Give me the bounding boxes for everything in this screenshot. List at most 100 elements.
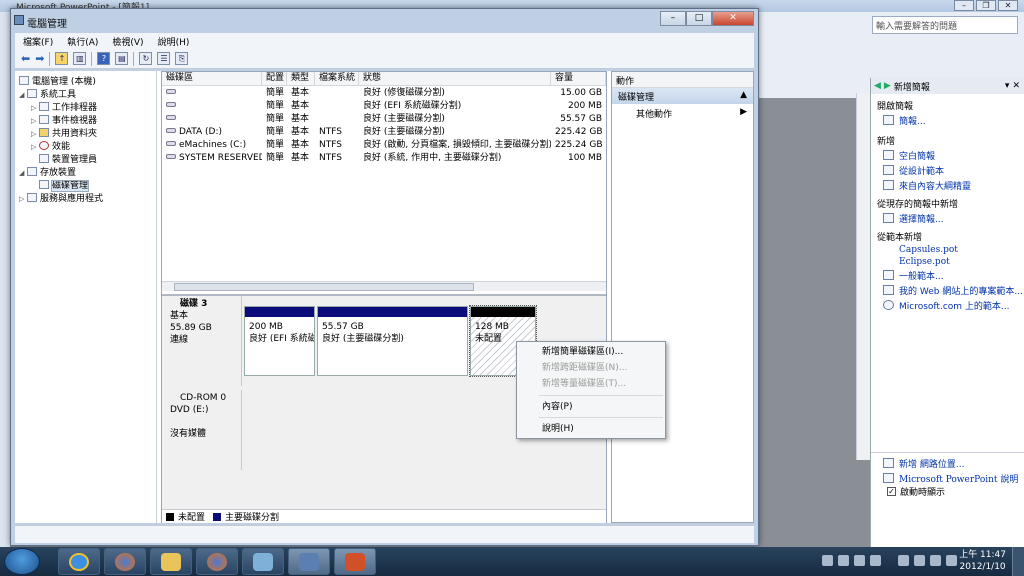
tree-item-services-applications[interactable]: ▷ 服務與應用程式 [19,191,103,204]
actions-section-disk-management[interactable]: 磁碟管理 ▲ [612,88,753,104]
tree-item-device-manager[interactable]: 裝置管理員 [31,152,97,165]
up-folder-icon[interactable]: ↑ [55,52,69,65]
column-status[interactable]: 狀態 [359,72,551,86]
more-actions-item[interactable]: 其他動作 ▶ [612,104,753,123]
properties-icon[interactable]: ☰ [157,52,171,65]
column-layout[interactable]: 配置 [262,72,287,86]
tree-item-task-scheduler[interactable]: ▷ 工作排程器 [31,100,97,113]
skype-icon[interactable] [854,555,865,566]
properties-item[interactable]: 內容(P) [517,400,665,414]
menu-help[interactable]: 說明(H) [158,35,190,48]
show-hidden-icons-icon[interactable] [822,555,833,566]
volume-icon[interactable] [930,555,941,566]
scrollbar-thumb[interactable] [174,283,474,291]
close-icon[interactable]: ✕ [998,0,1018,11]
refresh-icon[interactable]: ↻ [139,52,153,65]
taskbar-firefox[interactable] [104,548,146,575]
web-site-templates-link[interactable]: 我的 Web 網站上的專案範本... [871,283,1024,298]
taskbar-explorer[interactable] [150,548,192,575]
taskbar-internet-explorer[interactable] [58,548,100,575]
choose-presentation-link[interactable]: 選擇簡報... [871,211,1024,226]
collapse-icon[interactable]: ◢ [19,169,27,177]
tree-item-event-viewer[interactable]: ▷ 事件檢視器 [31,113,97,126]
show-on-startup-checkbox[interactable]: ✓ [887,487,896,496]
volume-row[interactable]: 簡單 基本 良好 (主要磁碟分割) 55.57 GB [162,113,606,126]
open-presentation-link[interactable]: 簡報... [871,113,1024,128]
column-volume[interactable]: 磁碟區 [162,72,262,86]
battery-icon[interactable] [946,555,957,566]
taskbar-computer-management[interactable] [288,548,330,575]
restore-icon[interactable]: ❐ [976,0,996,11]
forward-icon[interactable]: ▶ [884,81,891,91]
add-network-place-link[interactable]: 新增 網路位置... [871,456,970,471]
volume-row[interactable]: SYSTEM RESERVED 簡單 基本 NTFS 良好 (系統, 作用中, 主要磁碟… [162,152,606,165]
capsules-template-link[interactable]: Capsules.pot [871,244,1024,256]
show-desktop-button[interactable] [1012,547,1024,576]
taskpane-scrollbar[interactable] [856,93,870,460]
blank-presentation-link[interactable]: 空白簡報 [871,148,1024,163]
help-tray-icon[interactable] [838,555,849,566]
cdrom-info[interactable]: CD-ROM 0 DVD (E:) 沒有媒體 [164,390,242,470]
minimize-button[interactable]: – [660,11,686,26]
close-button[interactable]: ✕ [712,11,754,26]
eclipse-template-link[interactable]: Eclipse.pot [871,256,1024,268]
taskbar-firefox-2[interactable] [196,548,238,575]
minimize-icon[interactable]: – [954,0,974,11]
menu-action[interactable]: 執行(A) [67,35,98,48]
menu-file[interactable]: 檔案(F) [23,35,53,48]
show-action-pane-icon[interactable]: ▤ [115,52,129,65]
update-icon[interactable] [870,555,881,566]
window-titlebar[interactable]: 電腦管理 – □ ✕ [11,9,758,33]
column-type[interactable]: 類型 [287,72,315,86]
tree-item-storage[interactable]: ◢ 存放裝置 [19,165,76,178]
tree-item-computer-management[interactable]: 電腦管理 (本機) [19,74,96,87]
tree-item-system-tools[interactable]: ◢ 系統工具 [19,87,76,100]
microsoft-com-templates-link[interactable]: Microsoft.com 上的範本... [871,298,1024,313]
collapse-icon[interactable]: ◢ [19,91,27,99]
volume-row[interactable]: DATA (D:) 簡單 基本 NTFS 良好 (主要磁碟分割) 225.42 GB [162,126,606,139]
collapse-arrow-icon[interactable]: ▲ [740,90,747,102]
partition-efi[interactable]: 200 MB 良好 (EFI 系統磁 [244,306,315,376]
autocontent-wizard-link[interactable]: 來自內容大綱精靈 [871,178,1024,193]
tree-item-shared-folders[interactable]: ▷ 共用資料夾 [31,126,97,139]
export-icon[interactable]: ⎘ [175,52,189,65]
help-icon[interactable]: ? [97,52,111,65]
powerpoint-help-link[interactable]: Microsoft PowerPoint 說明 [871,471,1024,486]
taskbar-powerpoint[interactable] [334,548,376,575]
expand-icon[interactable]: ▷ [31,117,39,125]
volume-row[interactable]: 簡單 基本 良好 (EFI 系統磁碟分割) 200 MB [162,100,606,113]
column-capacity[interactable]: 容量 [551,72,606,86]
help-question-input[interactable]: 輸入需要解答的問題 [872,16,1018,34]
back-icon[interactable]: ◀ [874,81,881,91]
dropdown-icon[interactable]: ▾ [1005,81,1010,91]
tree-item-disk-management[interactable]: 磁碟管理 [31,178,90,192]
taskbar-control-panel[interactable] [242,548,284,575]
expand-icon[interactable]: ▷ [31,130,39,138]
taskpane-close-icon[interactable]: ✕ [1012,81,1020,91]
from-design-template-link[interactable]: 從設計範本 [871,163,1024,178]
forward-arrow-icon[interactable]: ➡ [35,52,44,65]
expand-icon[interactable]: ▷ [31,143,39,151]
column-filesystem[interactable]: 檔案系統 [315,72,359,86]
clock[interactable]: 上午 11:47 2012/1/10 [959,549,1006,573]
disk3-info[interactable]: 磁碟 3 基本 55.89 GB 連線 [164,296,242,386]
new-simple-volume-item[interactable]: 新增簡單磁碟區(I)... [517,345,665,359]
help-item[interactable]: 說明(H) [517,422,665,436]
new-spanned-volume-item[interactable]: 新增跨距磁碟區(N)... [517,361,665,375]
expand-icon[interactable]: ▷ [31,104,39,112]
show-hide-tree-icon[interactable]: ▥ [73,52,87,65]
volume-row[interactable]: eMachines (C:) 簡單 基本 NTFS 良好 (啟動, 分頁檔案, 損毀傾印… [162,139,606,152]
horizontal-scrollbar[interactable] [162,281,606,291]
tree-item-performance[interactable]: ▷ 效能 [31,139,70,152]
volume-row[interactable]: 簡單 基本 良好 (修復磁碟分割) 15.00 GB [162,87,606,100]
expand-icon[interactable]: ▷ [19,195,27,203]
maximize-button[interactable]: □ [686,11,712,26]
general-templates-link[interactable]: 一般範本... [871,268,1024,283]
back-arrow-icon[interactable]: ⬅ [21,52,30,65]
partition-primary[interactable]: 55.57 GB 良好 (主要磁碟分割) [317,306,468,376]
menu-view[interactable]: 檢視(V) [112,35,143,48]
new-striped-volume-item[interactable]: 新增等量磁碟區(T)... [517,377,665,391]
start-button[interactable] [4,548,40,575]
network-icon[interactable] [914,555,925,566]
action-center-icon[interactable] [898,555,909,566]
